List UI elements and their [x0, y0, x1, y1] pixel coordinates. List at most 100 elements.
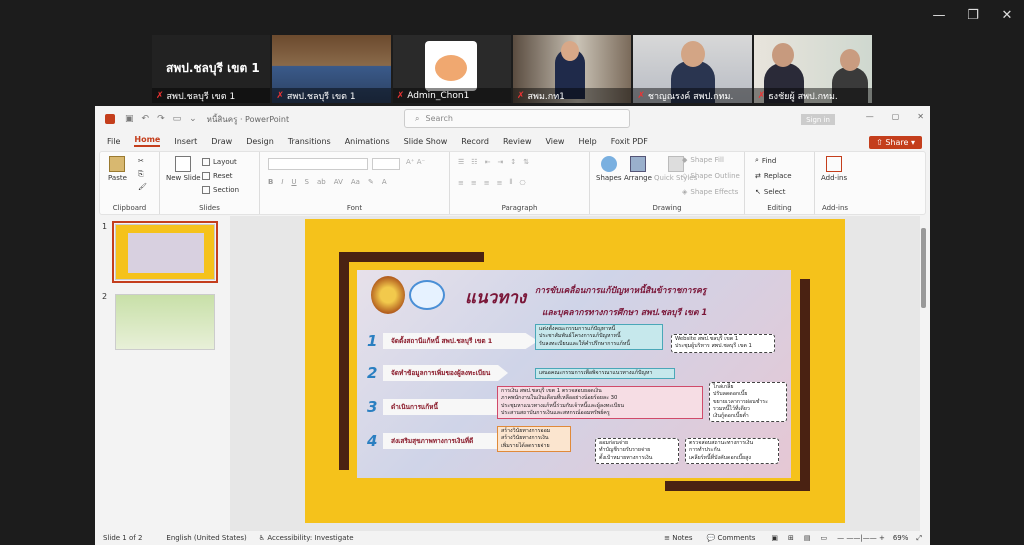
fit-slide-icon[interactable]: ⤢: [916, 534, 922, 543]
line-spacing-icon[interactable]: ↕: [510, 158, 516, 166]
normal-view-icon[interactable]: ▣: [771, 534, 778, 542]
cut-icon[interactable]: ✂: [138, 157, 144, 165]
reset-button[interactable]: Reset: [202, 172, 233, 180]
slide-canvas[interactable]: แนวทาง การขับเคลื่อนการแก้ปัญหาหนี้สินข้…: [305, 219, 845, 523]
addins-button[interactable]: Add-ins: [821, 156, 847, 182]
slide-thumbnail-1[interactable]: [112, 221, 218, 283]
undo-icon[interactable]: ↶: [142, 114, 150, 124]
customize-icon[interactable]: ⌄: [189, 114, 197, 124]
copy-icon[interactable]: ⎘: [138, 170, 144, 179]
notes-button[interactable]: ≡ Notes: [664, 534, 692, 542]
obec-logo-icon: [371, 276, 405, 314]
smartart-icon[interactable]: ⎔: [519, 179, 525, 187]
align-right-icon[interactable]: ≡: [484, 179, 490, 187]
tab-review[interactable]: Review: [503, 137, 532, 146]
save-icon[interactable]: ▣: [125, 114, 134, 124]
tab-insert[interactable]: Insert: [174, 137, 197, 146]
participant-tile[interactable]: ✗ ธงชัยผู้ สพป.กทม.: [753, 35, 872, 103]
minimize-button[interactable]: —: [922, 0, 956, 30]
sorter-view-icon[interactable]: ⊞: [788, 534, 794, 542]
slide-editor[interactable]: แนวทาง การขับเคลื่อนการแก้ปัญหาหนี้สินข้…: [230, 216, 920, 531]
font-size-select[interactable]: [372, 158, 400, 170]
list-buttons[interactable]: ☰ ☷ ⇤ ⇥ ↕ ⇅: [458, 158, 529, 166]
participant-tile[interactable]: ✗ ชาญณรงค์ สพป.กทม.: [633, 35, 752, 103]
align-left-icon[interactable]: ≡: [458, 179, 464, 187]
sign-in-button[interactable]: Sign in: [801, 114, 835, 125]
text-direction-icon[interactable]: ⇅: [523, 158, 529, 166]
shapes-icon: [600, 156, 617, 172]
shape-effects-button[interactable]: ◈ Shape Effects: [682, 188, 738, 196]
tab-animations[interactable]: Animations: [345, 137, 390, 146]
columns-icon[interactable]: ⫴: [510, 178, 513, 187]
highlight-icon[interactable]: ✎: [368, 178, 374, 186]
slide-thumbnail-2[interactable]: [115, 294, 215, 350]
tab-draw[interactable]: Draw: [211, 137, 232, 146]
strikethrough-icon[interactable]: S: [305, 178, 309, 186]
present-icon[interactable]: ▭: [173, 114, 182, 124]
align-center-icon[interactable]: ≡: [471, 179, 477, 187]
change-case-icon[interactable]: Aa: [351, 178, 360, 186]
share-button[interactable]: ⇧ Share ▾: [869, 136, 922, 149]
arrange-button[interactable]: Arrange: [624, 156, 652, 182]
text-shadow-icon[interactable]: ab: [317, 178, 326, 186]
slideshow-view-icon[interactable]: ▭: [821, 534, 828, 542]
select-button[interactable]: ↖ Select: [755, 188, 785, 196]
tab-design[interactable]: Design: [246, 137, 274, 146]
font-format-buttons[interactable]: BIU Sab AV Aa ✎ A: [268, 178, 387, 186]
redo-icon[interactable]: ↷: [157, 114, 165, 124]
ppt-close-icon[interactable]: ✕: [917, 112, 924, 121]
numbering-icon[interactable]: ☷: [471, 158, 477, 166]
shape-outline-button[interactable]: ◇ Shape Outline: [682, 172, 740, 180]
decrease-indent-icon[interactable]: ⇤: [485, 158, 491, 166]
paste-button[interactable]: Paste: [108, 156, 127, 182]
font-color-icon[interactable]: A: [382, 178, 387, 186]
tab-transitions[interactable]: Transitions: [288, 137, 331, 146]
restore-button[interactable]: ❐: [956, 0, 990, 30]
underline-icon[interactable]: U: [291, 178, 296, 186]
tab-help[interactable]: Help: [578, 137, 596, 146]
find-button[interactable]: ⌕ Find: [755, 156, 776, 165]
ppt-minimize-icon[interactable]: —: [866, 112, 874, 121]
char-spacing-icon[interactable]: AV: [334, 178, 343, 186]
reading-view-icon[interactable]: ▤: [804, 534, 811, 542]
justify-icon[interactable]: ≡: [497, 179, 503, 187]
zoom-slider[interactable]: — ——|—— +: [837, 534, 885, 542]
bullets-icon[interactable]: ☰: [458, 158, 464, 166]
group-label: Slides: [199, 204, 220, 212]
accessibility-status[interactable]: ♿ Accessibility: Investigate: [259, 534, 354, 542]
participant-tile[interactable]: ✗ Admin_Chon1: [392, 35, 511, 103]
ppt-restore-icon[interactable]: ▢: [892, 112, 900, 121]
group-label: Clipboard: [112, 204, 147, 212]
replace-button[interactable]: ⇄ Replace: [755, 172, 792, 180]
participant-tile-active[interactable]: ✗ สพป.ชลบุรี เขต 1: [272, 35, 391, 103]
layout-button[interactable]: Layout: [202, 158, 237, 166]
zoom-level[interactable]: 69%: [893, 534, 909, 542]
language-status[interactable]: English (United States): [166, 534, 246, 542]
italic-icon[interactable]: I: [281, 178, 283, 186]
format-painter-icon[interactable]: 🖌: [138, 183, 147, 191]
increase-indent-icon[interactable]: ⇥: [497, 158, 503, 166]
align-buttons[interactable]: ≡ ≡ ≡ ≡ ⫴ ⎔: [458, 178, 526, 187]
arrange-icon: [629, 156, 646, 172]
bold-icon[interactable]: B: [268, 178, 273, 186]
font-grow-icon[interactable]: A⁺ A⁻: [406, 158, 425, 166]
section-button[interactable]: Section: [202, 186, 239, 194]
status-bar: Slide 1 of 2 English (United States) ♿ A…: [95, 531, 930, 545]
new-slide-button[interactable]: New Slide: [166, 156, 201, 182]
tab-record[interactable]: Record: [461, 137, 489, 146]
tab-file[interactable]: File: [107, 137, 120, 146]
powerpoint-logo-icon: [105, 114, 115, 124]
tab-foxit-pdf[interactable]: Foxit PDF: [611, 137, 648, 146]
font-family-select[interactable]: [268, 158, 368, 170]
shapes-button[interactable]: Shapes: [596, 156, 622, 182]
tab-slide-show[interactable]: Slide Show: [404, 137, 448, 146]
close-button[interactable]: ✕: [990, 0, 1024, 30]
search-input[interactable]: ⌕ Search: [404, 109, 630, 128]
shape-fill-button[interactable]: ◆ Shape Fill: [682, 156, 724, 164]
tab-view[interactable]: View: [545, 137, 564, 146]
vertical-scrollbar[interactable]: [921, 224, 926, 524]
comments-button[interactable]: 💬 Comments: [706, 534, 755, 542]
tab-home[interactable]: Home: [134, 135, 161, 147]
participant-tile[interactable]: ✗ สพม.กท1: [512, 35, 632, 103]
participant-tile[interactable]: สพป.ชลบุรี เขต 1 ✗ สพป.ชลบุรี เขต 1: [152, 35, 271, 103]
